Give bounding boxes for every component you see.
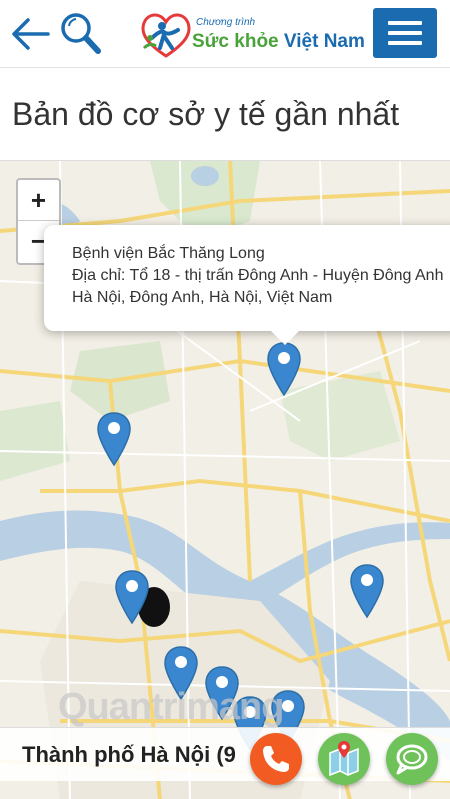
- brand-logo[interactable]: Chương trình Sức khỏe Việt Nam: [138, 8, 365, 62]
- directions-button[interactable]: [318, 733, 370, 785]
- phone-icon: [263, 746, 289, 772]
- call-button[interactable]: [250, 733, 302, 785]
- menu-button[interactable]: [373, 8, 437, 58]
- search-icon: [61, 13, 101, 54]
- map-marker[interactable]: [114, 569, 170, 627]
- logo-title-part2: Việt Nam: [283, 31, 365, 52]
- logo-title-part1: Sức khỏe: [192, 31, 279, 52]
- watermark: Quantrimang: [58, 686, 284, 728]
- search-button[interactable]: [58, 10, 102, 56]
- map-marker[interactable]: [266, 341, 302, 397]
- page-title: Bản đồ cơ sở y tế gần nhất: [12, 96, 400, 132]
- map-pin-icon: [115, 570, 170, 627]
- map-pin-icon: [97, 412, 131, 467]
- marker-info-popup[interactable]: Bệnh viện Bắc Thăng Long Địa chỉ: Tổ 18 …: [44, 225, 450, 345]
- facility-address-line2: Hà Nội, Đông Anh, Hà Nội, Việt Nam: [72, 289, 333, 306]
- hamburger-icon: [388, 31, 422, 35]
- zoom-in-button[interactable]: +: [18, 180, 59, 221]
- location-text: Thành phố Hà Nội (9: [22, 742, 236, 767]
- facility-name: Bệnh viện Bắc Thăng Long: [72, 245, 265, 262]
- back-button[interactable]: [10, 14, 52, 54]
- logo-subtitle: Chương trình: [196, 17, 256, 28]
- facility-address-line1: Địa chỉ: Tổ 18 - thị trấn Đông Anh - Huy…: [72, 267, 444, 284]
- logo-title: Sức khỏe Việt Nam: [192, 31, 365, 53]
- location-bar[interactable]: Thành phố Hà Nội (9: [0, 727, 450, 781]
- heart-people-logo-icon: [141, 13, 191, 58]
- map-marker[interactable]: [349, 563, 385, 619]
- map-pin-icon: [350, 564, 384, 619]
- hamburger-icon: [388, 21, 422, 25]
- hamburger-icon: [388, 41, 422, 45]
- chat-button[interactable]: [386, 733, 438, 785]
- map-pin-icon: [267, 342, 301, 397]
- map-marker[interactable]: [96, 411, 132, 467]
- chat-bubble-icon: [396, 744, 428, 775]
- app-header: Chương trình Sức khỏe Việt Nam: [0, 0, 450, 68]
- arrow-left-icon: [12, 18, 50, 50]
- map-directions-icon: [329, 741, 359, 777]
